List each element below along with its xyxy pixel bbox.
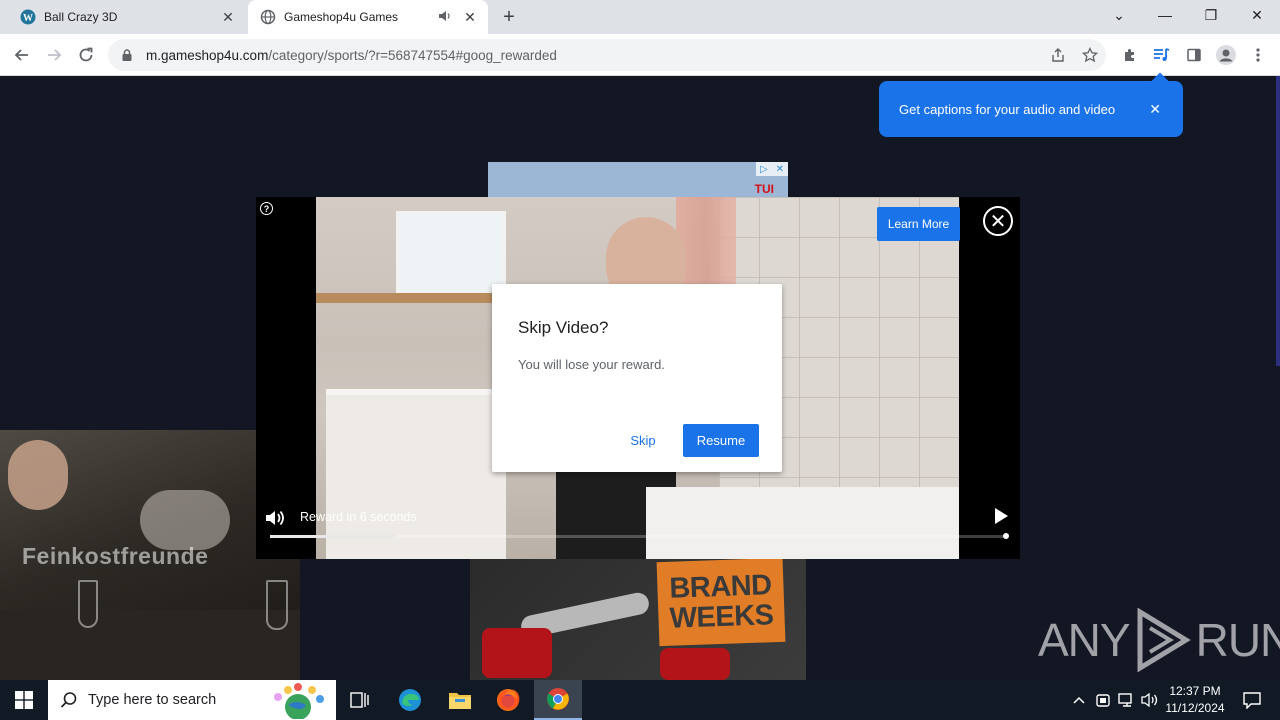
window-close-button[interactable]: ✕ — [1234, 0, 1280, 30]
banner-ad-top[interactable]: ▷ ✕ TUI — [488, 162, 788, 202]
notifications-icon[interactable] — [1232, 680, 1272, 720]
speaker-icon[interactable] — [1140, 680, 1160, 720]
tab-title: Ball Crazy 3D — [44, 10, 118, 24]
wine-glass-image — [78, 580, 98, 628]
clock-date: 11/12/2024 — [1165, 701, 1225, 715]
share-icon[interactable] — [1046, 43, 1070, 67]
security-tray-icon[interactable] — [1094, 680, 1112, 720]
forward-icon[interactable] — [40, 41, 68, 69]
dialog-title: Skip Video? — [518, 318, 609, 337]
ad-table-image — [0, 610, 300, 680]
globe-icon — [260, 9, 276, 25]
learn-more-button[interactable]: Learn More — [877, 207, 960, 241]
lock-icon[interactable] — [120, 49, 134, 61]
tab-close-icon[interactable]: ✕ — [460, 7, 480, 27]
captions-popup: Get captions for your audio and video ✕ — [879, 72, 1183, 137]
reload-icon[interactable] — [72, 41, 100, 69]
play-icon[interactable] — [993, 507, 1009, 525]
help-icon[interactable]: ? — [260, 202, 273, 215]
browser-toolbar: m.gameshop4u.com/category/sports/?r=5687… — [0, 34, 1280, 76]
page-edge-ad — [1276, 76, 1280, 366]
search-highlights-icon[interactable] — [266, 683, 330, 719]
taskbar-search-box[interactable]: Type here to search — [48, 680, 336, 720]
side-panel-icon[interactable] — [1182, 43, 1206, 67]
resume-button[interactable]: Resume — [683, 424, 759, 457]
video-scene-vanity — [326, 389, 506, 559]
tab-strip: W Ball Crazy 3D ✕ Gameshop4u Games ✕ + ⌄… — [0, 0, 1280, 34]
captions-text: Get captions for your audio and video — [899, 101, 1116, 117]
network-icon[interactable] — [1116, 680, 1138, 720]
video-scene-bathtub — [646, 487, 959, 559]
firefox-icon[interactable] — [484, 680, 532, 720]
volume-icon[interactable] — [264, 507, 286, 529]
taskbar-clock[interactable]: 12:37 PM 11/12/2024 — [1160, 683, 1230, 717]
watermark-left: ANY — [1038, 614, 1131, 666]
chrome-icon[interactable] — [534, 680, 582, 720]
windows-logo-icon — [15, 691, 33, 709]
search-placeholder: Type here to search — [88, 692, 217, 708]
skip-button[interactable]: Skip — [622, 424, 664, 456]
dialog-message: You will lose your reward. — [518, 357, 665, 372]
audio-playing-icon[interactable] — [438, 10, 454, 25]
tab-close-icon[interactable]: ✕ — [218, 7, 238, 27]
banner-ad-bottom[interactable]: BRAND WEEKS — [470, 558, 806, 680]
tool-image — [482, 628, 552, 678]
back-icon[interactable] — [8, 41, 36, 69]
watermark-right: RUN — [1195, 614, 1280, 666]
url-host: m.gameshop4u.com — [146, 47, 269, 63]
file-explorer-icon[interactable] — [436, 680, 484, 720]
video-progress-fill — [270, 535, 396, 538]
chevron-up-icon[interactable] — [1070, 680, 1088, 720]
svg-text:W: W — [23, 13, 33, 24]
video-progress-bar — [270, 535, 1006, 538]
extensions-icon[interactable] — [1118, 43, 1142, 67]
edge-browser-icon[interactable] — [386, 680, 434, 720]
url-path: /category/sports/?r=568747554#goog_rewar… — [268, 47, 557, 63]
reward-countdown: Reward in 6 seconds — [300, 510, 417, 524]
watermark-play-icon — [1137, 608, 1191, 672]
banner-ad-left[interactable]: Feinkostfreunde — [0, 430, 300, 680]
anyrun-watermark: ANY RUN — [1038, 608, 1280, 672]
close-video-icon[interactable]: ✕ — [983, 206, 1013, 236]
address-bar[interactable]: m.gameshop4u.com/category/sports/?r=5687… — [108, 39, 1106, 71]
tab-ball-crazy[interactable]: W Ball Crazy 3D ✕ — [8, 0, 246, 34]
captions-close-icon[interactable]: ✕ — [1149, 101, 1161, 118]
tool-image — [660, 648, 730, 680]
wordpress-icon: W — [20, 9, 36, 25]
tui-logo: TUI — [754, 182, 774, 196]
start-button[interactable] — [0, 680, 48, 720]
ad-person-image — [8, 440, 68, 510]
ad-food-image — [140, 490, 230, 550]
tab-search-icon[interactable]: ⌄ — [1096, 0, 1142, 30]
bookmark-star-icon[interactable] — [1078, 43, 1102, 67]
brand-weeks-badge: BRAND WEEKS — [656, 558, 786, 647]
search-icon — [60, 692, 77, 708]
media-controls-icon[interactable] — [1150, 43, 1174, 67]
brand-weeks-line2: WEEKS — [669, 599, 774, 635]
new-tab-button[interactable]: + — [498, 6, 520, 28]
tab-gameshop4u[interactable]: Gameshop4u Games ✕ — [248, 0, 488, 34]
profile-avatar-icon[interactable] — [1214, 43, 1238, 67]
clock-time: 12:37 PM — [1169, 684, 1221, 698]
ad-brand-text: Feinkostfreunde — [22, 543, 209, 569]
wine-glass-image — [266, 580, 288, 630]
adchoices-icon[interactable]: ▷ ✕ — [756, 162, 788, 176]
windows-taskbar: Type here to search 12:37 PM 11/12/2024 — [0, 680, 1280, 720]
video-scene-window — [396, 211, 506, 295]
task-view-icon[interactable] — [336, 680, 384, 720]
menu-kebab-icon[interactable] — [1246, 43, 1270, 67]
restore-button[interactable]: ❐ — [1188, 0, 1234, 30]
skip-video-dialog: Skip Video? You will lose your reward. S… — [492, 284, 782, 472]
tab-title: Gameshop4u Games — [284, 10, 399, 24]
minimize-button[interactable]: — — [1142, 0, 1188, 30]
progress-end-dot — [1003, 533, 1009, 539]
